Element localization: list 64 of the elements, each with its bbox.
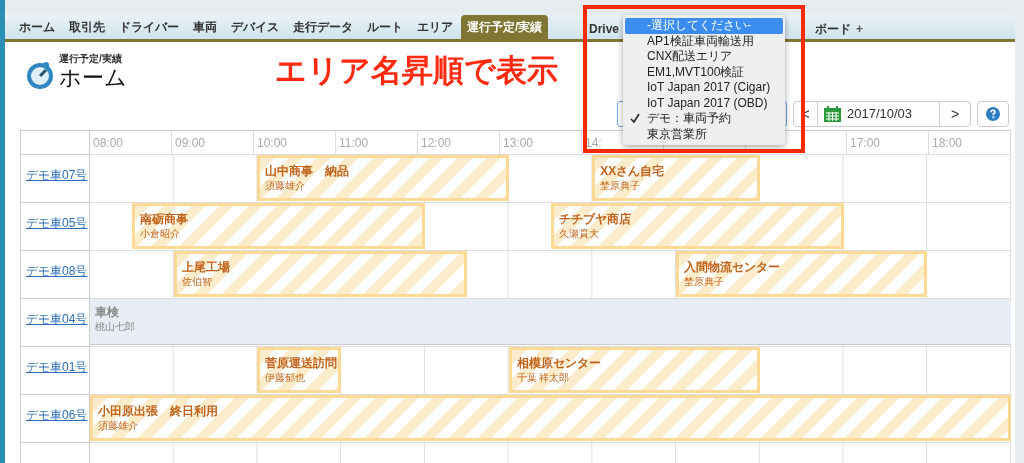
- date-field[interactable]: 2017/10/03: [818, 102, 940, 126]
- nav-tab[interactable]: 走行データ: [287, 15, 359, 39]
- schedule-event[interactable]: チチブヤ商店 久瀬貫大: [550, 203, 844, 249]
- nav-tab[interactable]: 取引先: [63, 15, 111, 39]
- event-person: 桃山七郎: [95, 320, 136, 334]
- vehicle-link[interactable]: デモ車07号: [26, 168, 88, 182]
- hour-label: 13:00: [500, 131, 582, 155]
- annotation-text: エリア名昇順で表示: [275, 52, 558, 91]
- schedule-event[interactable]: XXさん自宅 埜原典子: [592, 155, 760, 201]
- next-day-button[interactable]: >: [940, 102, 970, 126]
- hour-label: 17:00: [847, 131, 929, 155]
- schedule-event[interactable]: 小田原出張 終日利用 須藤雄介: [90, 395, 1011, 441]
- event-person: 埜原典子: [600, 179, 642, 193]
- checkmark-icon: [630, 111, 640, 126]
- schedule-event[interactable]: 上尾工場 佐伯智: [173, 251, 467, 297]
- event-title: 入間物流センター: [684, 260, 782, 274]
- dropdown-option[interactable]: IoT Japan 2017 (Cigar): [625, 80, 783, 96]
- hour-label: 09:00: [172, 131, 254, 155]
- calendar-icon: [824, 106, 841, 122]
- nav-tab[interactable]: エリア: [411, 15, 459, 39]
- vehicle-link[interactable]: デモ車08号: [26, 264, 88, 278]
- nav-tab[interactable]: デバイス: [225, 15, 285, 39]
- schedule-event[interactable]: 菅原運送訪問 伊藤郁也: [257, 347, 342, 393]
- schedule-event[interactable]: 入間物流センター 埜原典子: [676, 251, 928, 297]
- event-person: 小倉昭介: [139, 227, 181, 241]
- dropdown-option[interactable]: AP1検証車両輸送用: [625, 33, 783, 49]
- event-person: 埜原典子: [684, 275, 726, 289]
- event-person: 須藤雄介: [265, 179, 307, 193]
- event-title: 上尾工場: [181, 260, 231, 274]
- nav-tab[interactable]: 車両: [187, 15, 223, 39]
- hour-label: 08:00: [90, 131, 172, 155]
- event-person: 千葉 祥太郎: [516, 371, 571, 385]
- vehicle-link[interactable]: デモ車04号: [26, 312, 88, 326]
- schedule-event[interactable]: 南砺商事 小倉昭介: [131, 203, 425, 249]
- event-title: 相模原センター: [516, 356, 602, 370]
- schedule-event[interactable]: 山中商事 納品 須藤雄介: [257, 155, 509, 201]
- vehicle-link[interactable]: デモ車01号: [26, 360, 88, 374]
- event-person: 佐伯智: [181, 275, 213, 289]
- event-person: 須藤雄介: [98, 419, 139, 433]
- vehicle-link[interactable]: デモ車05号: [26, 216, 88, 230]
- nav-tab[interactable]: ルート: [361, 15, 409, 39]
- vehicle-link[interactable]: デモ車06号: [26, 408, 88, 422]
- dropdown-option[interactable]: EM1,MVT100検証: [625, 64, 783, 80]
- hour-label: 18:00: [929, 131, 1011, 155]
- event-title: 山中商事 納品: [265, 164, 351, 178]
- schedule-event[interactable]: 相模原センター 千葉 祥太郎: [508, 347, 760, 393]
- help-button[interactable]: [977, 101, 1009, 127]
- event-title: チチブヤ商店: [558, 212, 632, 226]
- dropdown-option[interactable]: IoT Japan 2017 (OBD): [625, 95, 783, 111]
- dropdown-option[interactable]: CNX配送エリア: [625, 49, 783, 65]
- event-person: 伊藤郁也: [265, 371, 307, 385]
- event-title: XXさん自宅: [600, 164, 666, 178]
- event-title: 南砺商事: [139, 212, 189, 226]
- page-title: ホーム: [59, 64, 127, 91]
- nav-tab[interactable]: ホーム: [13, 15, 61, 39]
- nav-tab[interactable]: 運行予定/実績: [461, 15, 549, 39]
- page-subtitle: 運行予定/実績: [59, 52, 123, 65]
- event-title: 小田原出張 終日利用: [98, 404, 219, 418]
- event-title: 車検: [95, 305, 120, 319]
- nav-tab[interactable]: ドライバー: [113, 15, 185, 39]
- dropdown-option[interactable]: デモ：車両予約: [625, 111, 783, 127]
- help-icon: [986, 107, 1000, 121]
- event-person: 久瀬貫大: [558, 227, 600, 241]
- date-text: 2017/10/03: [847, 105, 913, 124]
